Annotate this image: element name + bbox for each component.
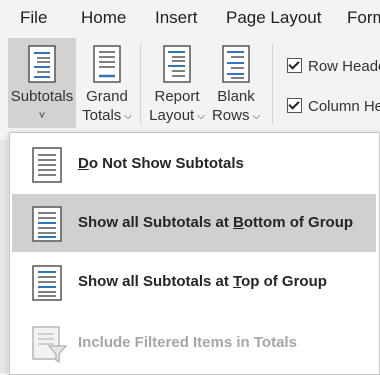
sheet-edge xyxy=(0,140,8,373)
menu-item-subtotals-top[interactable]: Show all Subtotals at Top of Group xyxy=(12,253,376,311)
menu-item-label: Do Not Show Subtotals xyxy=(78,155,244,172)
tab-file[interactable]: File xyxy=(20,8,47,28)
ribbon-divider xyxy=(140,44,141,124)
ribbon-divider xyxy=(272,44,273,124)
grand-totals-button[interactable]: Grand Totals ⌵ xyxy=(80,38,134,128)
grand-totals-label-2: Totals xyxy=(82,107,122,124)
blank-rows-label-2: Rows xyxy=(211,107,250,124)
subtotals-icon xyxy=(28,45,56,87)
row-headers-checkbox[interactable]: Row Heade xyxy=(287,58,380,75)
menu-item-include-filtered-items[interactable]: Include Filtered Items in Totals xyxy=(12,314,376,372)
blank-rows-label-1: Blank xyxy=(217,88,255,105)
chevron-down-icon: ˅ xyxy=(38,110,46,122)
tab-formulas[interactable]: Form xyxy=(347,8,380,28)
blank-rows-icon xyxy=(222,45,250,87)
menu-item-label: Show all Subtotals at Bottom of Group xyxy=(78,214,354,231)
report-layout-icon xyxy=(163,45,191,87)
checkbox-checked-icon xyxy=(287,98,302,113)
tab-page-layout[interactable]: Page Layout xyxy=(226,8,321,28)
row-headers-label: Row Heade xyxy=(308,58,380,75)
subtotals-dropdown-menu: Do Not Show Subtotals Show all Subtotals… xyxy=(9,132,380,375)
report-layout-button[interactable]: Report Layout ⌵ xyxy=(146,38,208,128)
menu-item-do-not-show-subtotals[interactable]: Do Not Show Subtotals xyxy=(12,135,376,193)
chevron-down-icon: ⌵ xyxy=(197,111,205,122)
checkbox-checked-icon xyxy=(287,58,302,73)
menu-item-subtotals-bottom[interactable]: Show all Subtotals at Bottom of Group xyxy=(12,194,376,252)
grand-totals-label-1: Grand xyxy=(86,88,128,105)
subtotals-button[interactable]: Subtotals ˅ xyxy=(8,38,76,128)
subtotals-bottom-icon xyxy=(32,206,62,247)
column-headers-label: Column He xyxy=(308,98,380,115)
column-headers-checkbox[interactable]: Column He xyxy=(287,98,380,115)
tab-insert[interactable]: Insert xyxy=(155,8,198,28)
filter-totals-icon xyxy=(32,326,68,369)
subtotals-label: Subtotals xyxy=(10,88,74,105)
report-layout-label-1: Report xyxy=(154,88,200,105)
blank-rows-button[interactable]: Blank Rows ⌵ xyxy=(210,38,262,128)
grand-totals-icon xyxy=(93,45,121,87)
ribbon: Subtotals ˅ Grand Totals ⌵ Report Layout… xyxy=(0,36,380,132)
report-layout-label-2: Layout xyxy=(149,107,195,124)
menu-item-label: Include Filtered Items in Totals xyxy=(78,334,297,351)
table-plain-icon xyxy=(32,147,62,188)
subtotals-top-icon xyxy=(32,265,62,306)
chevron-down-icon: ⌵ xyxy=(252,111,261,122)
tab-home[interactable]: Home xyxy=(81,8,126,28)
menu-item-label: Show all Subtotals at Top of Group xyxy=(78,273,327,290)
chevron-down-icon: ⌵ xyxy=(124,111,132,122)
menu-bar: File Home Insert Page Layout Form xyxy=(0,0,380,36)
